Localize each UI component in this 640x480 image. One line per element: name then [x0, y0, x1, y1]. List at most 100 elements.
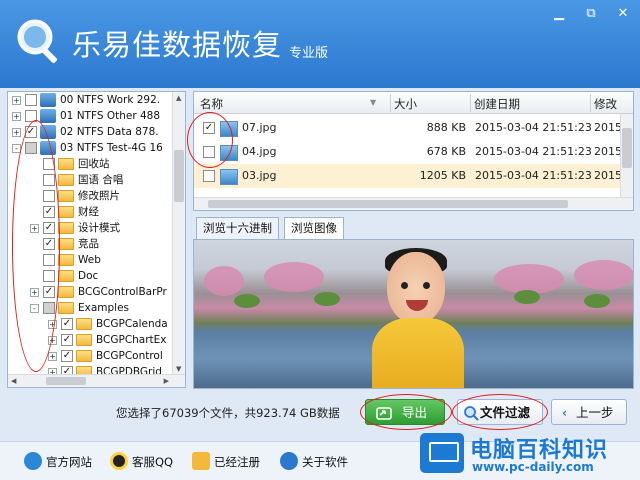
tree-item[interactable]: 国语 合唱	[8, 172, 174, 188]
tree-checkbox[interactable]: ✓	[43, 222, 55, 234]
column-created[interactable]: 创建日期	[474, 96, 520, 112]
tree-item[interactable]: + ✓ BCGControlBarPr	[8, 284, 174, 300]
tree-item[interactable]: 修改照片	[8, 188, 174, 204]
expand-icon[interactable]: +	[12, 112, 21, 121]
folder-icon	[58, 158, 74, 170]
expand-icon[interactable]: +	[12, 128, 21, 137]
tree-item[interactable]: Web	[8, 252, 174, 268]
tree-item[interactable]: ✓ 竞品	[8, 236, 174, 252]
expand-icon[interactable]: +	[30, 288, 39, 297]
file-filter-button[interactable]: 文件过滤	[457, 399, 543, 425]
file-modified: 2015	[594, 145, 622, 158]
tree-checkbox[interactable]: ✓	[43, 206, 55, 218]
tree-item[interactable]: 回收站	[8, 156, 174, 172]
search-icon	[464, 406, 479, 421]
minimize-button[interactable]: ▁	[548, 5, 570, 23]
tree-horizontal-scrollbar[interactable]: ◀ ▶	[8, 374, 185, 387]
support-qq-link[interactable]: 客服QQ	[110, 452, 173, 470]
file-checkbox[interactable]	[203, 170, 215, 182]
registered-link[interactable]: 已经注册	[192, 452, 260, 470]
ie-icon	[24, 452, 42, 470]
file-row[interactable]: 03.jpg 1205 KB 2015-03-04 21:51:23 2015	[194, 164, 633, 188]
tree-checkbox[interactable]	[25, 142, 37, 154]
tree-item-label: 01 NTFS Other 488	[60, 110, 161, 122]
tree-checkbox[interactable]	[25, 110, 37, 122]
file-list[interactable]: 名称 ▼ 大小 创建日期 修改 ✓ 07.jpg 888 KB 2015-03-04 …	[193, 91, 634, 211]
file-list-vertical-scrollbar[interactable]	[620, 114, 633, 198]
tab-hex-view[interactable]: 浏览十六进制	[196, 217, 279, 239]
file-checkbox[interactable]	[203, 146, 215, 158]
expand-icon[interactable]: +	[48, 352, 57, 361]
about-link[interactable]: 关于软件	[280, 452, 348, 470]
tree-item[interactable]: + ✓ BCGPChartEx	[8, 332, 174, 348]
scroll-right-icon[interactable]: ▶	[164, 377, 169, 385]
scroll-up-icon[interactable]: ▲	[176, 94, 181, 102]
file-name: 03.jpg	[242, 169, 277, 182]
tree-checkbox[interactable]	[43, 302, 55, 314]
column-name[interactable]: 名称	[200, 96, 223, 112]
scroll-left-icon[interactable]: ◀	[11, 377, 16, 385]
maximize-button[interactable]: ⧉	[580, 5, 602, 23]
tree-item[interactable]: +00 NTFS Work 292.	[8, 92, 174, 108]
tree-item[interactable]: + ✓ BCGPCalenda	[8, 316, 174, 332]
official-site-link[interactable]: 官方网站	[24, 452, 92, 470]
main-area: +00 NTFS Work 292. +01 NTFS Other 488 + ✓ 02…	[0, 88, 640, 392]
tree-checkbox[interactable]: ✓	[43, 286, 55, 298]
tree-item[interactable]: +01 NTFS Other 488	[8, 108, 174, 124]
tree-checkbox[interactable]	[43, 174, 55, 186]
expand-icon[interactable]: +	[12, 96, 21, 105]
export-button[interactable]: 导出	[365, 399, 445, 425]
tree-checkbox[interactable]	[43, 270, 55, 282]
tree-scroll-thumb[interactable]	[174, 150, 184, 202]
tree-item[interactable]: + ✓ BCGPControl	[8, 348, 174, 364]
tree-item[interactable]: + ✓ 设计模式	[8, 220, 174, 236]
scroll-down-icon[interactable]: ▼	[176, 365, 181, 373]
tree-item[interactable]: + ✓ 02 NTFS Data 878.	[8, 124, 174, 140]
tree-item-label: BCGControlBarPr	[78, 286, 167, 298]
tree-checkbox[interactable]	[25, 94, 37, 106]
expand-icon[interactable]: +	[30, 224, 39, 233]
tree-checkbox[interactable]	[43, 254, 55, 266]
column-modified[interactable]: 修改	[594, 96, 617, 112]
tree-item-label: 设计模式	[78, 222, 120, 234]
file-created: 2015-03-04 21:51:23	[475, 145, 592, 158]
tree-item-label: 财经	[78, 206, 99, 218]
tree-vertical-scrollbar[interactable]: ▲ ▼	[172, 92, 185, 375]
tree-item[interactable]: Doc	[8, 268, 174, 284]
file-checkbox[interactable]: ✓	[203, 122, 215, 134]
tree-item-label: 回收站	[78, 158, 110, 170]
back-button[interactable]: ‹ 上一步	[551, 399, 627, 425]
expand-icon[interactable]: +	[48, 320, 57, 329]
qq-icon	[110, 452, 128, 470]
collapse-icon[interactable]: -	[30, 304, 39, 313]
tree-hscroll-thumb[interactable]	[46, 377, 86, 385]
file-created: 2015-03-04 21:51:23	[475, 121, 592, 134]
tree-checkbox[interactable]	[43, 190, 55, 202]
tree-checkbox[interactable]: ✓	[61, 334, 73, 346]
folder-icon	[58, 222, 74, 234]
file-list-horizontal-scrollbar[interactable]	[194, 197, 633, 210]
tree-item[interactable]: - 03 NTFS Test-4G 16	[8, 140, 174, 156]
tree-item[interactable]: - Examples	[8, 300, 174, 316]
file-size: 1205 KB	[419, 169, 466, 182]
tree-checkbox[interactable]	[43, 158, 55, 170]
image-file-icon	[220, 121, 238, 137]
tree-checkbox[interactable]: ✓	[25, 126, 37, 138]
sort-icon: ▼	[370, 98, 377, 107]
folder-icon	[58, 238, 74, 250]
file-row[interactable]: ✓ 07.jpg 888 KB 2015-03-04 21:51:23 2015	[194, 116, 633, 140]
tree-checkbox[interactable]: ✓	[61, 318, 73, 330]
folder-tree[interactable]: +00 NTFS Work 292. +01 NTFS Other 488 + ✓ 02…	[7, 91, 186, 388]
close-button[interactable]: ✕	[612, 5, 634, 23]
file-size: 888 KB	[426, 121, 466, 134]
column-size[interactable]: 大小	[394, 96, 417, 112]
tree-checkbox[interactable]: ✓	[43, 238, 55, 250]
file-size: 678 KB	[426, 145, 466, 158]
export-icon	[376, 407, 392, 420]
expand-icon[interactable]: +	[48, 336, 57, 345]
collapse-icon[interactable]: -	[12, 144, 21, 153]
file-row[interactable]: 04.jpg 678 KB 2015-03-04 21:51:23 2015	[194, 140, 633, 164]
tree-checkbox[interactable]: ✓	[61, 350, 73, 362]
tab-image-view[interactable]: 浏览图像	[284, 217, 344, 239]
tree-item[interactable]: ✓ 财经	[8, 204, 174, 220]
